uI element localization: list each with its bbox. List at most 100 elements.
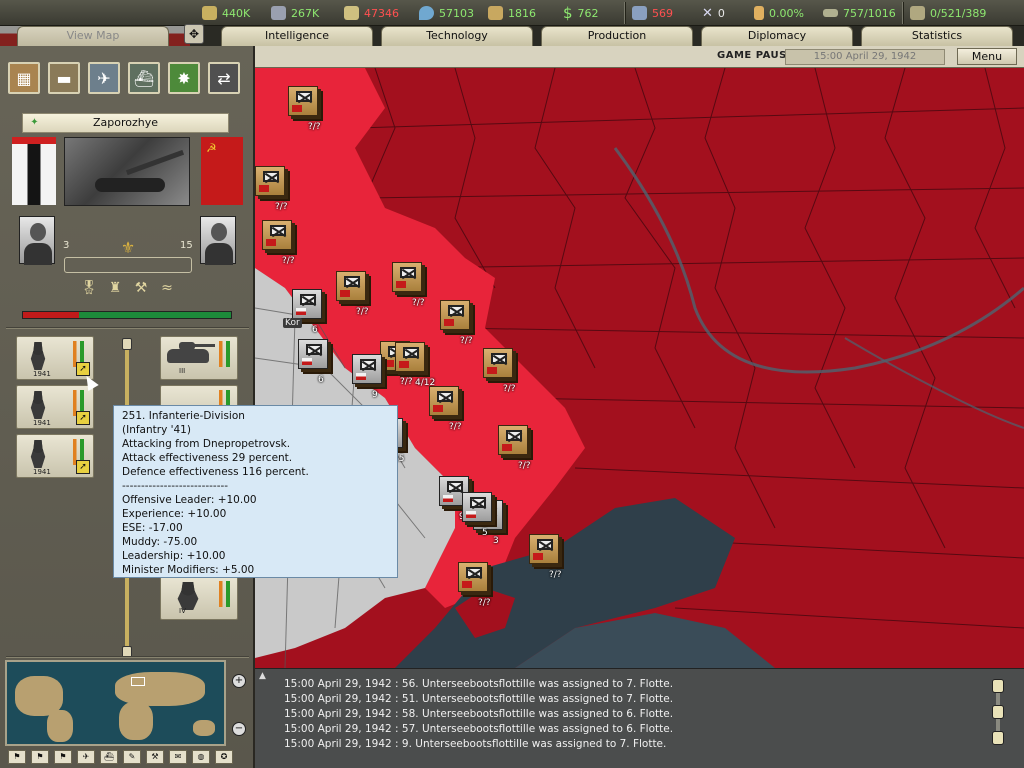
tool-filter-icon[interactable]: ⚒ <box>146 750 164 764</box>
shovel-icon[interactable]: ⚒ <box>132 280 150 302</box>
soldier-icon[interactable]: ♜ <box>106 280 124 302</box>
escort-icon <box>910 6 925 20</box>
scroll-thumb[interactable] <box>992 705 1004 719</box>
infantry-symbol-icon <box>296 91 312 102</box>
flag-filter-icon[interactable]: ⚑ <box>31 750 49 764</box>
infantry-symbol-icon <box>448 305 464 316</box>
german-unit-counter[interactable] <box>292 289 322 319</box>
eagle-icon: ⚜ <box>120 238 136 257</box>
log-entry[interactable]: 15:00 April 29, 1942 : 9. Unterseebootsf… <box>284 737 673 752</box>
nation-flag-icon <box>533 553 543 560</box>
log-entry[interactable]: 15:00 April 29, 1942 : 56. Unterseeboots… <box>284 677 673 692</box>
german-unit-counter[interactable] <box>352 354 382 384</box>
tooltip-line: Experience: +10.00 <box>122 508 227 520</box>
tab-technology[interactable]: Technology <box>381 26 533 46</box>
tab-statistics[interactable]: Statistics <box>861 26 1013 46</box>
soviet-unit-counter[interactable] <box>392 262 422 292</box>
nation-flag-icon <box>462 581 472 588</box>
defender-leader-portrait[interactable] <box>200 216 236 265</box>
map-mode-button[interactable]: ✥ <box>184 24 204 44</box>
plane-filter-icon[interactable]: ✈ <box>77 750 95 764</box>
german-unit-counter[interactable] <box>462 492 492 522</box>
attack-arrow-icon[interactable]: ➚ <box>76 460 90 474</box>
log-entry[interactable]: 15:00 April 29, 1942 : 58. Unterseeboots… <box>284 707 673 722</box>
metal-icon <box>271 6 286 20</box>
soviet-unit-counter[interactable] <box>336 271 366 301</box>
soviet-unit-counter[interactable] <box>498 425 528 455</box>
pencil-filter-icon[interactable]: ✎ <box>123 750 141 764</box>
menu-button[interactable]: Menu <box>957 48 1017 65</box>
soviet-unit-counter[interactable] <box>440 300 470 330</box>
soviet-unit-counter[interactable] <box>483 348 513 378</box>
resource-convoys[interactable]: 757/1016 <box>823 5 896 21</box>
infantry-symbol-icon <box>400 267 416 278</box>
nation-flag-icon <box>433 405 443 412</box>
resource-dissent[interactable]: 0.00% <box>754 5 804 21</box>
infantry-symbol-icon <box>491 353 507 364</box>
german-unit-counter[interactable] <box>298 339 328 369</box>
resource-metal[interactable]: 267K <box>271 5 319 21</box>
river-icon[interactable]: ≈ <box>158 280 176 302</box>
ship-filter-icon[interactable]: ⛴ <box>100 750 118 764</box>
minimap[interactable] <box>5 660 226 746</box>
scroll-down-knob[interactable] <box>992 731 1004 745</box>
tab-production[interactable]: Production <box>541 26 693 46</box>
land-units-button[interactable]: ▬ <box>48 62 80 94</box>
unit-counter-label: 3 <box>493 536 499 546</box>
attacker-unit-card[interactable]: 1941 ➚ <box>16 434 94 478</box>
soviet-unit-counter[interactable] <box>429 386 459 416</box>
log-scrollbar[interactable] <box>992 679 1004 745</box>
soviet-unit-counter[interactable] <box>458 562 488 592</box>
world-filter-icon[interactable]: ◍ <box>192 750 210 764</box>
soviet-unit-counter[interactable] <box>288 86 318 116</box>
resource-manpower[interactable]: 569 <box>632 5 673 21</box>
nation-flag-icon <box>296 308 306 315</box>
soviet-unit-counter[interactable] <box>262 220 292 250</box>
defender-flag: ☭ <box>201 137 243 205</box>
scroll-up-knob[interactable] <box>992 679 1004 693</box>
orders-button[interactable]: ⇄ <box>208 62 240 94</box>
air-units-button[interactable]: ✈ <box>88 62 120 94</box>
note-filter-icon[interactable]: ✉ <box>169 750 187 764</box>
world-map[interactable]: ?/? ?/? ?/? ?/? ?/? ?/? ?/? ?/? 4/12 ?/? ?/? ?/? ?/?… <box>255 68 1024 668</box>
resource-rare-materials[interactable]: 47346 <box>344 5 399 21</box>
resource-supplies[interactable]: 1816 <box>488 5 536 21</box>
unit-counter-label: ?/? <box>356 307 369 317</box>
tab-view-map[interactable]: View Map <box>17 26 169 48</box>
zoom-in-button[interactable]: + <box>232 674 246 688</box>
log-entry[interactable]: 15:00 April 29, 1942 : 51. Unterseeboots… <box>284 692 673 707</box>
divider <box>902 2 904 24</box>
attacker-leader-portrait[interactable] <box>19 216 55 265</box>
date-display[interactable]: 15:00 April 29, 1942 <box>785 49 945 65</box>
attacker-unit-card[interactable]: 1941 ➚ <box>16 336 94 380</box>
resource-money[interactable]: $762 <box>563 4 599 22</box>
defender-unit-card[interactable]: III <box>160 336 238 380</box>
province-view-button[interactable]: ▦ <box>8 62 40 94</box>
tab-diplomacy[interactable]: Diplomacy <box>701 26 853 46</box>
collapse-icon[interactable]: ▲ <box>259 671 266 681</box>
zoom-out-button[interactable]: − <box>232 722 246 736</box>
attack-arrow-icon[interactable]: ➚ <box>76 411 90 425</box>
nation-flag-icon <box>266 239 276 246</box>
attacker-strength-fill <box>23 312 80 318</box>
soviet-unit-counter[interactable] <box>529 534 559 564</box>
star-filter-icon[interactable]: ✪ <box>215 750 233 764</box>
resource-escorts[interactable]: 0/521/389 <box>910 5 986 21</box>
defender-unit-card[interactable]: IV <box>160 576 238 620</box>
tab-intelligence[interactable]: Intelligence <box>221 26 373 46</box>
flag-filter-icon[interactable]: ⚑ <box>8 750 26 764</box>
naval-units-button[interactable]: ⛴ <box>128 62 160 94</box>
log-entry[interactable]: 15:00 April 29, 1942 : 57. Unterseeboots… <box>284 722 673 737</box>
soviet-unit-counter[interactable] <box>255 166 285 196</box>
resource-transports[interactable]: ✕ 0 <box>702 5 725 21</box>
flag-filter-icon[interactable]: ⚑ <box>54 750 72 764</box>
battle-view-button[interactable]: ✸ <box>168 62 200 94</box>
medal-icon[interactable]: 🎖 <box>80 280 98 302</box>
unit-counter-label: ?/? <box>518 461 531 471</box>
resource-oil[interactable]: 57103 <box>419 5 474 21</box>
soviet-unit-counter[interactable] <box>395 342 425 372</box>
scroll-up-knob[interactable] <box>122 338 132 350</box>
attacker-unit-card[interactable]: 1941 ➚ <box>16 385 94 429</box>
minimap-viewport[interactable] <box>131 677 145 686</box>
resource-energy[interactable]: 440K <box>202 5 250 21</box>
